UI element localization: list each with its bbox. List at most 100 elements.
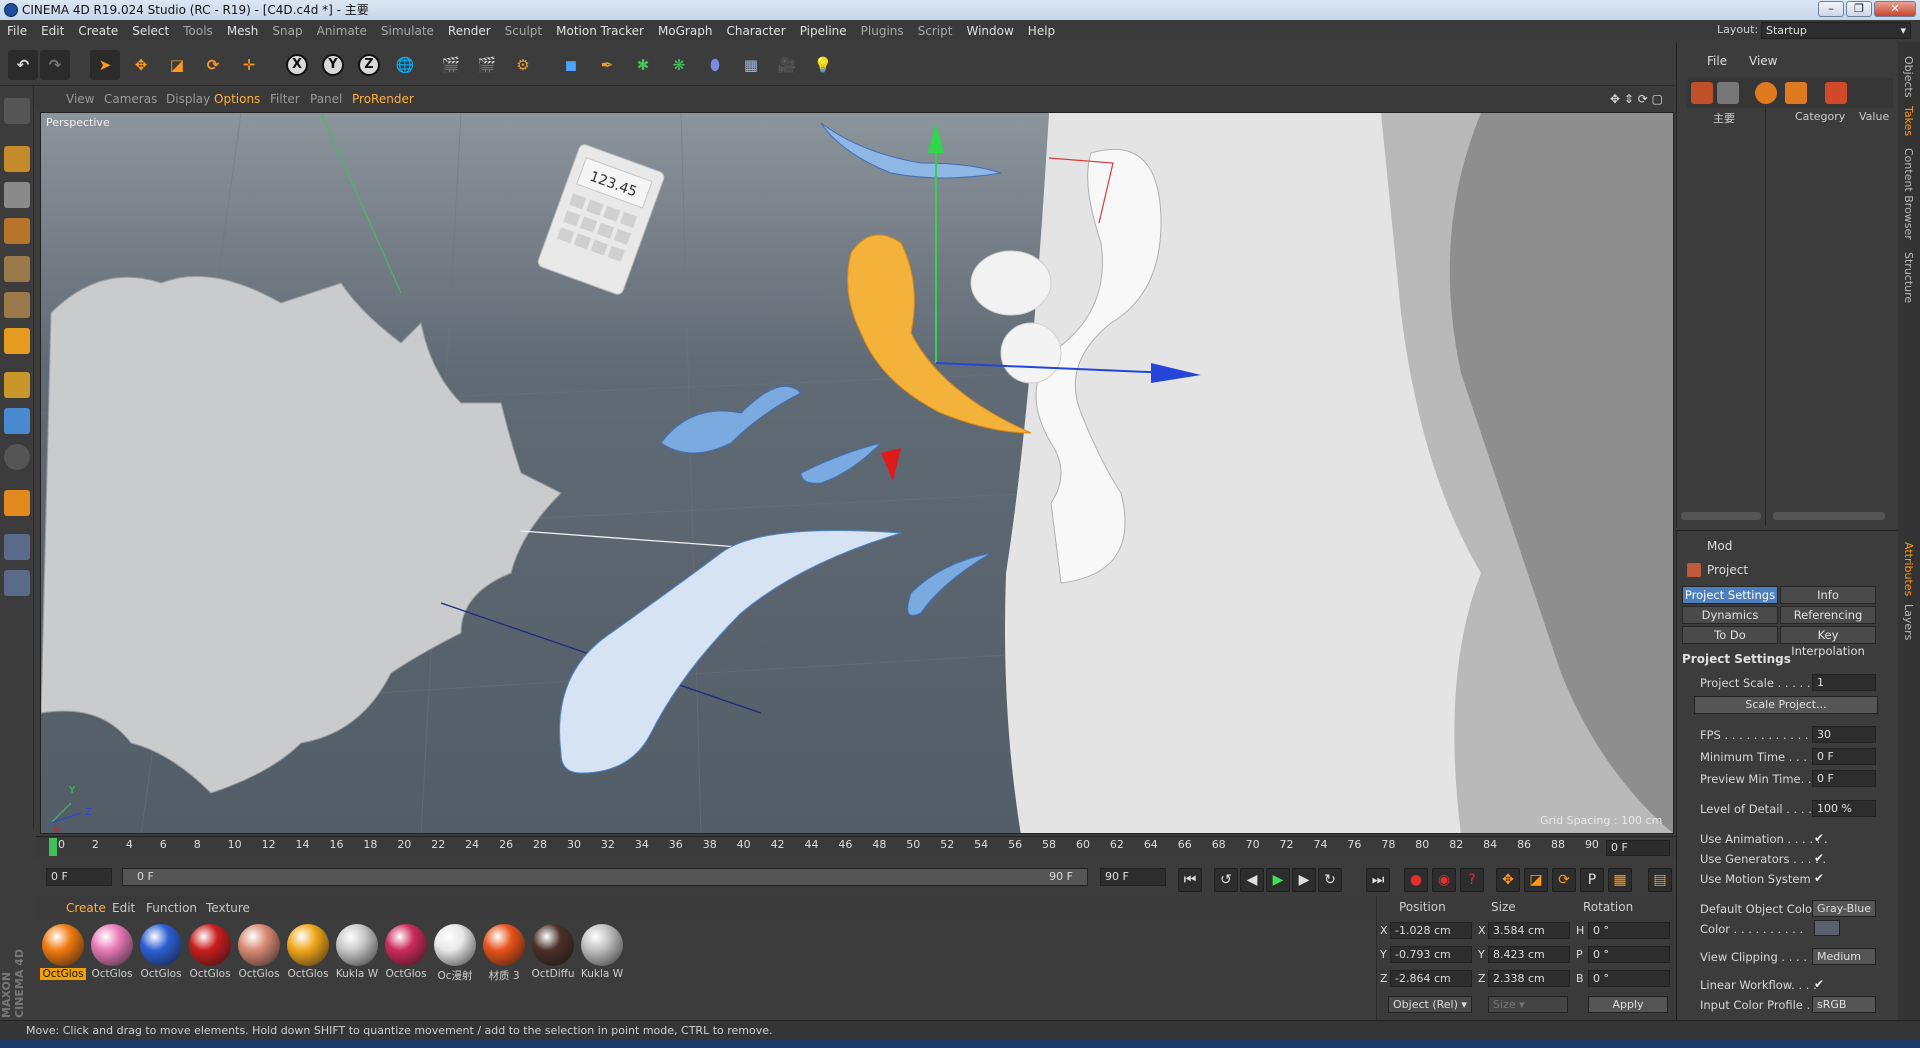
render-take-icon[interactable] [1825, 82, 1847, 104]
take-root-name[interactable]: 主要 [1713, 110, 1735, 126]
menu-tools[interactable]: Tools [176, 20, 220, 42]
polygons-mode-icon[interactable] [4, 328, 30, 354]
previous-key-icon[interactable]: ↺ [1214, 868, 1238, 892]
size-field[interactable]: 8.423 cm [1488, 946, 1570, 963]
size-mode-select[interactable]: Size ▾ [1488, 996, 1568, 1013]
color-swatch[interactable] [1814, 920, 1840, 936]
objects-hscrollbar-left[interactable] [1681, 512, 1761, 520]
edges-mode-icon[interactable] [4, 292, 30, 318]
maximize-button[interactable]: ❐ [1846, 1, 1872, 17]
workplane-lock-icon[interactable] [4, 534, 30, 560]
tweak-mode-icon[interactable] [4, 408, 30, 434]
side-tab-layers[interactable]: Layers [1902, 604, 1915, 640]
viewport-nav-icons[interactable]: ✥ ⇕ ⟳ ▢ [1610, 92, 1663, 106]
material-swatch[interactable]: OctGlos [285, 924, 331, 980]
tab-to-do[interactable]: To Do [1682, 626, 1778, 644]
range-slider[interactable]: 0 F 90 F [122, 868, 1088, 886]
menu-window[interactable]: Window [959, 20, 1020, 42]
key-pla-icon[interactable]: ▦ [1608, 868, 1632, 892]
transform-tool-icon[interactable]: ✛ [234, 50, 264, 80]
viewport-menu-display[interactable]: Display [166, 88, 210, 110]
objects-hscrollbar-right[interactable] [1773, 512, 1885, 520]
move-tool-icon[interactable]: ✥ [126, 50, 156, 80]
pen-spline-icon[interactable]: ✒ [592, 50, 622, 80]
use-animation-checkbox[interactable]: ✔ [1814, 832, 1826, 844]
view-clipping-select[interactable]: Medium [1812, 948, 1876, 965]
playhead-marker[interactable] [49, 838, 57, 856]
next-frame-icon[interactable]: ▶ [1292, 868, 1316, 892]
menu-edit[interactable]: Edit [34, 20, 71, 42]
key-scale-icon[interactable]: ◪ [1524, 868, 1548, 892]
material-swatch[interactable]: 材质 3 [481, 924, 527, 983]
position-field[interactable]: -2.864 cm [1390, 970, 1472, 987]
override-icon[interactable] [1755, 82, 1777, 104]
viewport-menu-options[interactable]: Options [214, 88, 260, 110]
key-parameter-icon[interactable]: P [1580, 868, 1604, 892]
viewport-menu-filter[interactable]: Filter [270, 88, 300, 110]
cloner-icon[interactable]: ❋ [664, 50, 694, 80]
axis-mode-icon[interactable] [4, 372, 30, 398]
use-motion-system-checkbox[interactable]: ✔ [1814, 872, 1826, 884]
project-scale-field[interactable]: 1 [1812, 674, 1876, 691]
current-frame-field[interactable]: 0 F [1606, 840, 1670, 856]
default-object-color-select[interactable]: Gray-Blue [1812, 900, 1876, 917]
add-take-icon[interactable] [1691, 82, 1713, 104]
minimum-time-field[interactable]: 0 F [1812, 748, 1876, 765]
redo-icon[interactable]: ↷ [40, 50, 70, 80]
size-field[interactable]: 2.338 cm [1488, 970, 1570, 987]
y-axis-lock-icon[interactable]: Y [318, 50, 348, 80]
menu-plugins[interactable]: Plugins [854, 20, 911, 42]
menu-simulate[interactable]: Simulate [374, 20, 441, 42]
timeline-window-icon[interactable]: ▤ [1648, 868, 1672, 892]
menu-render[interactable]: Render [441, 20, 498, 42]
texture-mode-icon[interactable] [4, 182, 30, 208]
material-swatch[interactable]: OctGlos [187, 924, 233, 980]
material-swatch[interactable]: OctDiffu [530, 924, 576, 980]
scale-tool-icon[interactable]: ◪ [162, 50, 192, 80]
render-picture-viewer-icon[interactable]: 🎬 [472, 50, 502, 80]
position-field[interactable]: -1.028 cm [1390, 922, 1472, 939]
clone-take-icon[interactable] [1717, 82, 1739, 104]
preview-min-time-field[interactable]: 0 F [1812, 770, 1876, 787]
viewport-menu-prorender[interactable]: ProRender [352, 88, 414, 110]
tab-info[interactable]: Info [1780, 586, 1876, 604]
x-axis-lock-icon[interactable]: X [282, 50, 312, 80]
key-rotation-icon[interactable]: ⟳ [1552, 868, 1576, 892]
menu-mesh[interactable]: Mesh [220, 20, 266, 42]
rotation-field[interactable]: 0 ° [1588, 970, 1670, 987]
go-to-end-icon[interactable]: ⏭ [1366, 868, 1390, 892]
deformer-icon[interactable]: ⬮ [700, 50, 730, 80]
undo-icon[interactable]: ↶ [8, 50, 38, 80]
side-tab-objects[interactable]: Objects [1902, 56, 1915, 98]
material-swatch[interactable]: OctGlos [236, 924, 282, 980]
viewport-menu-panel[interactable]: Panel [310, 88, 342, 110]
tab-key-interpolation[interactable]: Key Interpolation [1780, 626, 1876, 658]
coordinate-mode-select[interactable]: Object (Rel) ▾ [1388, 996, 1472, 1013]
size-field[interactable]: 3.584 cm [1488, 922, 1570, 939]
menu-character[interactable]: Character [719, 20, 792, 42]
material-swatch[interactable]: OctGlos [40, 924, 86, 980]
rotate-tool-icon[interactable]: ⟳ [198, 50, 228, 80]
linear-workflow-checkbox[interactable]: ✔ [1814, 978, 1826, 990]
material-swatch[interactable]: Kukla W [579, 924, 625, 980]
menu-motion-tracker[interactable]: Motion Tracker [549, 20, 651, 42]
material-swatch[interactable]: OctGlos [138, 924, 184, 980]
side-tab-structure[interactable]: Structure [1902, 252, 1915, 303]
level-of-detail-field[interactable]: 100 % [1812, 800, 1876, 817]
render-settings-icon[interactable]: ⚙ [508, 50, 538, 80]
material-swatch[interactable]: Oc漫射 [432, 924, 478, 983]
model-mode-icon[interactable] [4, 146, 30, 172]
menu-file[interactable]: File [0, 20, 34, 42]
autokey-icon[interactable]: ◉ [1432, 868, 1456, 892]
render-view-icon[interactable]: 🎬 [436, 50, 466, 80]
objects-menu-view[interactable]: View [1749, 54, 1777, 68]
rotation-field[interactable]: 0 ° [1588, 946, 1670, 963]
record-keys-icon[interactable]: ● [1404, 868, 1428, 892]
cube-icon[interactable]: ◼ [556, 50, 586, 80]
make-editable-icon[interactable] [4, 98, 30, 124]
menu-create[interactable]: Create [71, 20, 125, 42]
material-menu-texture[interactable]: Texture [206, 896, 250, 920]
floor-scene-icon[interactable]: ▦ [736, 50, 766, 80]
viewport-menu-cameras[interactable]: Cameras [104, 88, 157, 110]
key-position-icon[interactable]: ✥ [1496, 868, 1520, 892]
